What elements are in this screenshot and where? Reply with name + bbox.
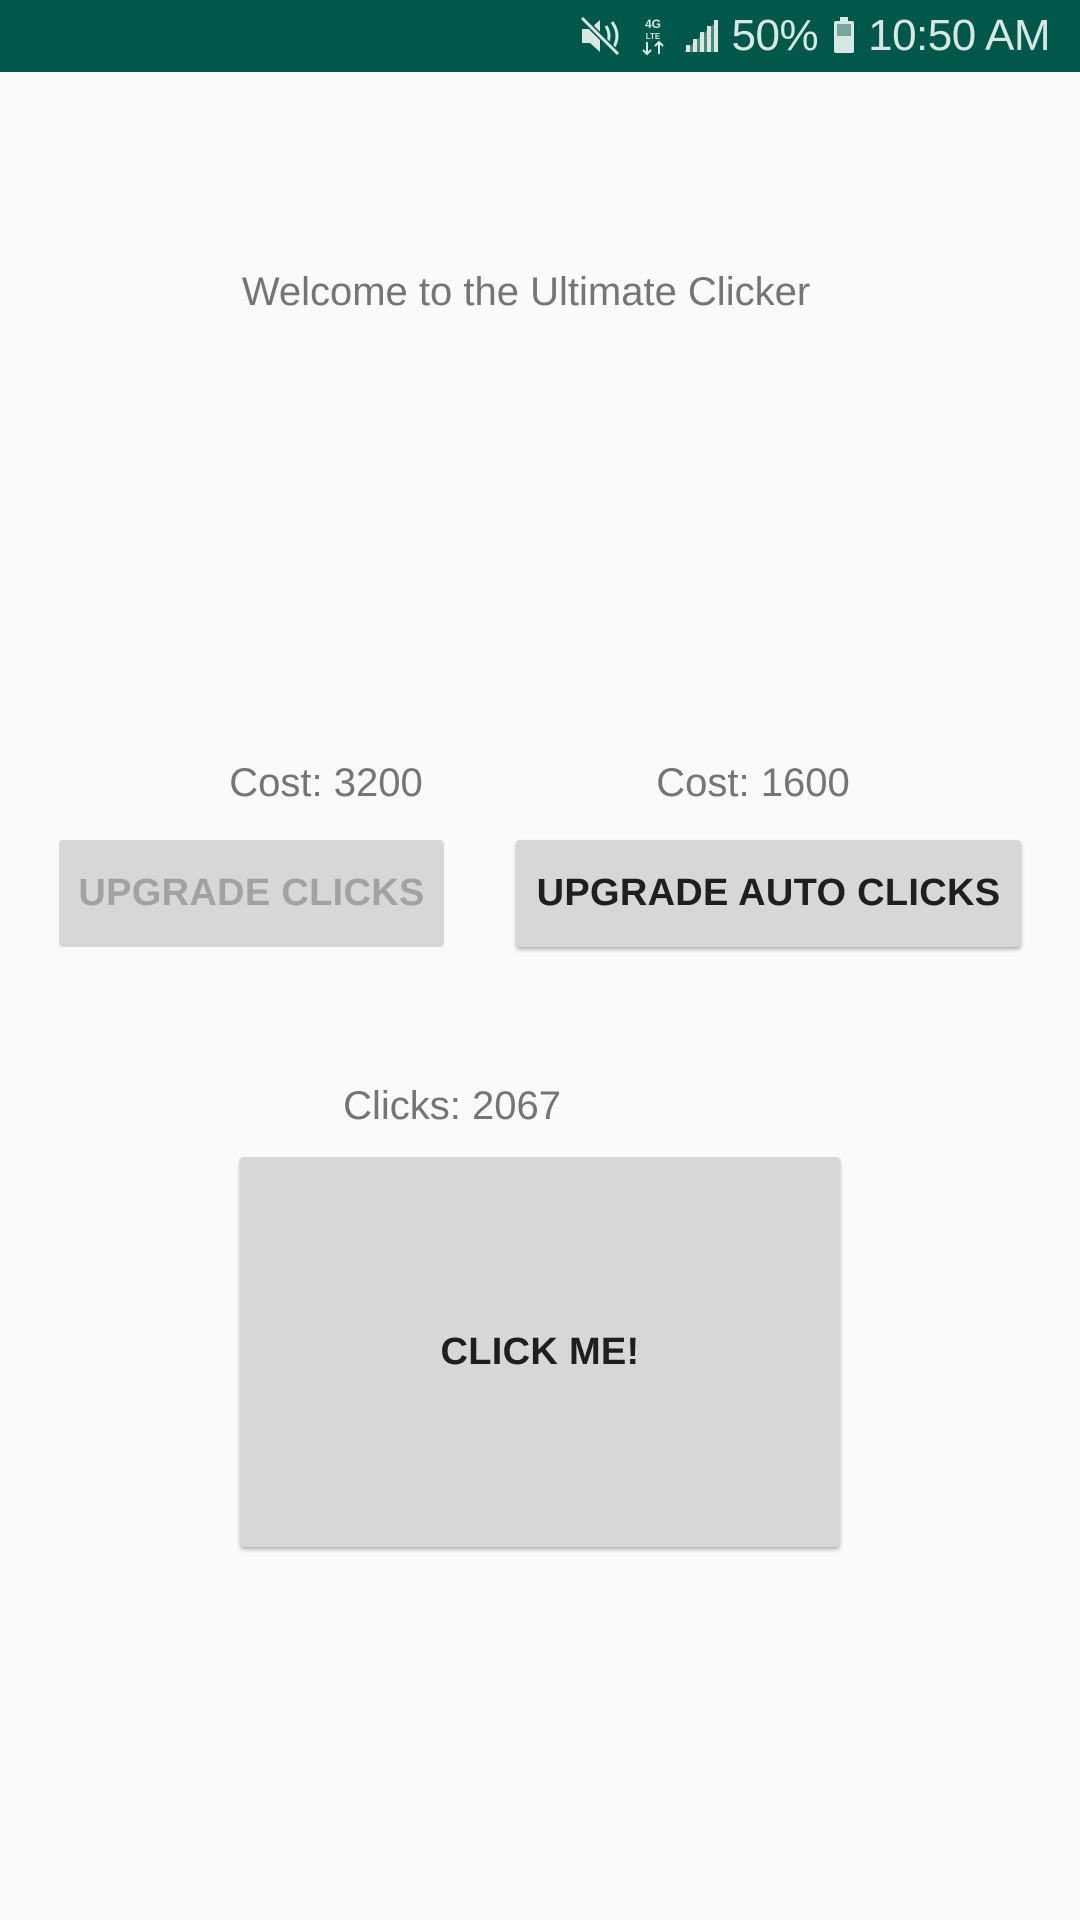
click-me-button[interactable]: CLICK ME! [240,1157,840,1547]
status-icons: 4G LTE 50% 10:50 AM [578,0,1050,72]
svg-text:LTE: LTE [645,32,660,41]
clicks-counter: Clicks: 2067 [343,1084,561,1128]
status-bar: 4G LTE 50% 10:50 AM [0,0,1080,72]
welcome-text: Welcome to the Ultimate Clicker [241,270,811,314]
upgrade-auto-clicks-cost: Cost: 1600 [656,761,850,805]
svg-text:4G: 4G [645,17,661,31]
battery-percent: 50% [731,11,819,60]
upgrade-clicks-button[interactable]: UPGRADE CLICKS [59,840,444,947]
battery-icon [832,14,856,58]
upgrade-clicks-cost: Cost: 3200 [229,761,423,805]
upgrade-auto-clicks-button[interactable]: UPGRADE AUTO CLICKS [516,840,1021,947]
app-screen: 4G LTE 50% 10:50 AM Welcome to the Ultim… [0,0,1080,1920]
mute-icon [578,14,624,58]
signal-icon [682,14,720,58]
status-time: 10:50 AM [868,11,1050,60]
network-4g-lte-icon: 4G LTE [636,14,670,58]
